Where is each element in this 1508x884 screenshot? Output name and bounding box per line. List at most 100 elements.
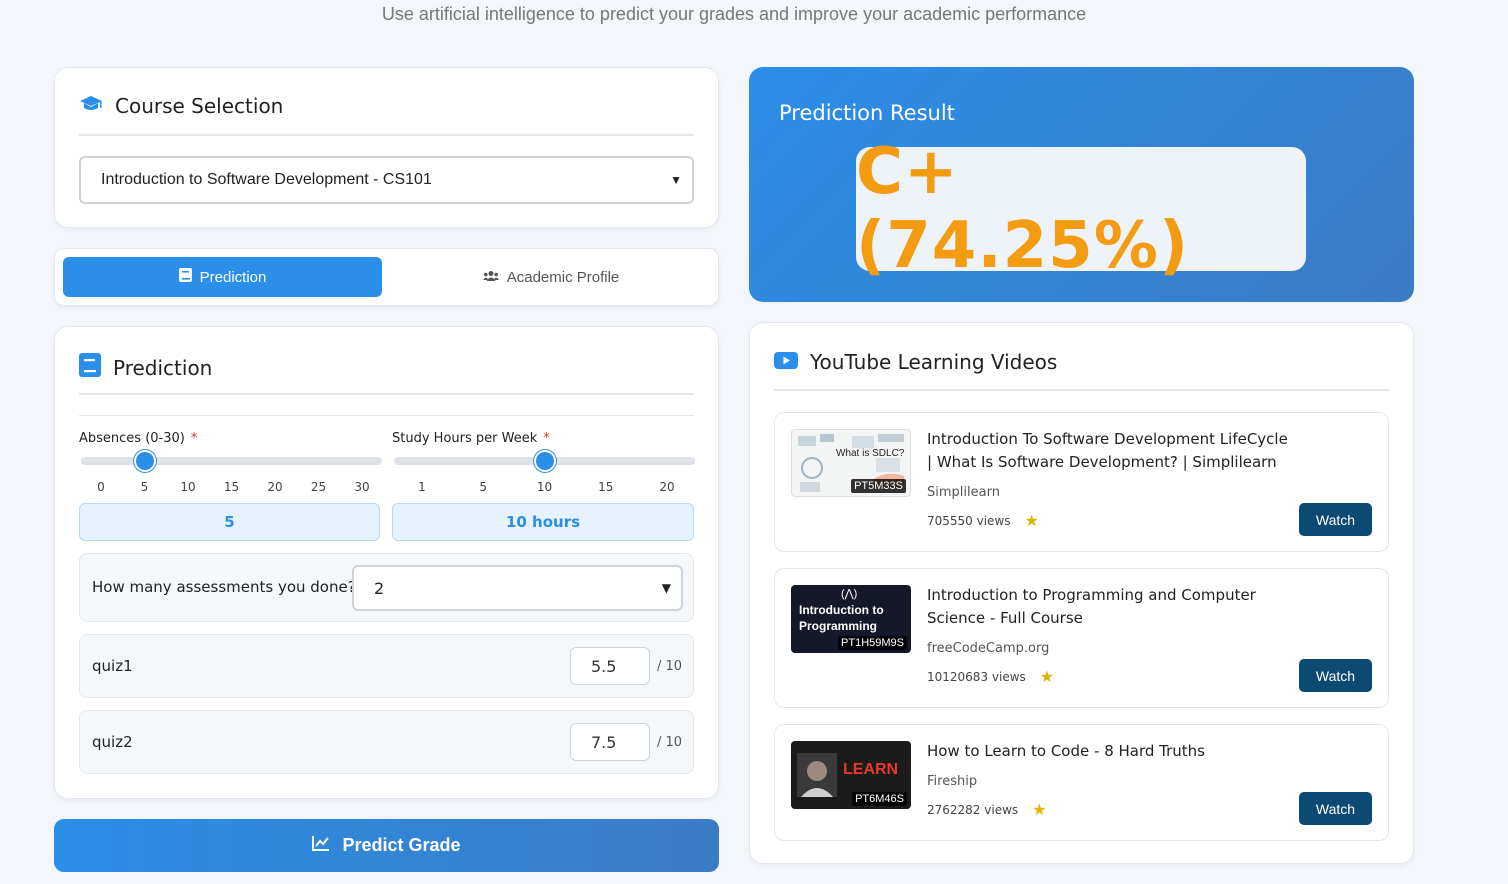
video-stats: 705550 views ★ [927, 511, 1039, 530]
tab-prediction[interactable]: Prediction [63, 257, 382, 297]
absences-tick: 25 [310, 480, 327, 494]
study-hours-value: 10 hours [392, 503, 694, 541]
course-selection-title: Course Selection [115, 94, 284, 118]
graduation-cap-icon [79, 94, 103, 118]
absences-tick: 20 [267, 480, 283, 494]
video-stats: 10120683 views ★ [927, 667, 1054, 686]
quiz1-max: / 10 [657, 659, 683, 674]
quiz-row: quiz2 7.5 / 10 [79, 710, 694, 774]
video-item: What is SDLC? PT5M33S Introduction To So… [774, 412, 1389, 552]
study-hours-slider[interactable] [394, 450, 695, 472]
predicted-grade: C+ (74.25%) [856, 135, 1190, 283]
grade-display: C+ (74.25%) [856, 135, 1306, 283]
star-icon[interactable]: ★ [1025, 511, 1039, 530]
video-item: LEARN PT6M46S How to Learn to Code - 8 H… [774, 724, 1389, 841]
youtube-videos-card: YouTube Learning Videos What is SDLC? PT… [749, 322, 1414, 864]
prediction-result-card: Prediction Result C+ (74.25%) [749, 67, 1414, 302]
video-views: 10120683 views [927, 669, 1026, 684]
absences-tick: 0 [97, 480, 105, 494]
video-views: 2762282 views [927, 802, 1019, 817]
users-icon [482, 269, 499, 286]
course-selection-card: Course Selection Introduction to Softwar… [54, 67, 719, 228]
chevron-down-icon: ▼ [661, 581, 671, 595]
predict-grade-button[interactable]: Predict Grade [54, 819, 719, 872]
course-selection-header: Course Selection [79, 94, 283, 118]
study-hours-slider-thumb[interactable] [533, 450, 556, 472]
video-channel: freeCodeCamp.org [927, 641, 1050, 656]
thumbnail-text: Introduction to Programming [799, 603, 884, 633]
absences-tick: 5 [140, 480, 149, 494]
chevron-down-icon: ▼ [670, 173, 682, 187]
study-hours-tick: 5 [479, 480, 488, 494]
video-channel: Simplilearn [927, 485, 1000, 500]
course-select[interactable]: Introduction to Software Development - C… [79, 156, 694, 204]
assessments-row: How many assessments you done? 2 ▼ [79, 553, 694, 622]
video-title[interactable]: How to Learn to Code - 8 Hard Truths [927, 740, 1297, 763]
predict-grade-label: Predict Grade [342, 835, 461, 855]
video-title[interactable]: Introduction to Programming and Computer… [927, 584, 1297, 630]
absences-tick: 15 [223, 480, 240, 494]
absences-tick: 10 [180, 480, 196, 494]
quiz-row: quiz1 5.5 / 10 [79, 634, 694, 698]
watch-button[interactable]: Watch [1299, 659, 1372, 692]
video-thumbnail[interactable]: What is SDLC? PT5M33S [791, 429, 911, 497]
quiz2-max: / 10 [657, 735, 683, 750]
required-mark: * [543, 431, 550, 446]
assessments-label: How many assessments you done? [92, 578, 356, 596]
video-thumbnail[interactable]: (⋀) Introduction to Programming PT1H59M9… [791, 585, 911, 653]
absences-value: 5 [79, 503, 380, 541]
tab-prediction-label: Prediction [199, 268, 267, 286]
prediction-form-card: Prediction Absences (0-30) * 0 5 10 15 20 25 30… [54, 326, 719, 799]
course-select-value: Introduction to Software Development - C… [101, 171, 432, 188]
study-hours-label: Study Hours per Week * [392, 431, 550, 446]
prediction-result-title: Prediction Result [779, 101, 955, 125]
quiz2-score-input[interactable]: 7.5 [570, 723, 650, 761]
watch-button[interactable]: Watch [1299, 792, 1372, 825]
book-icon [178, 268, 192, 286]
watch-button[interactable]: Watch [1299, 503, 1372, 536]
study-hours-tick: 20 [659, 480, 675, 494]
star-icon[interactable]: ★ [1040, 667, 1054, 686]
star-icon[interactable]: ★ [1032, 800, 1046, 819]
quiz-name: quiz2 [92, 733, 133, 751]
tab-academic-profile-label: Academic Profile [506, 268, 620, 286]
study-hours-tick: 1 [418, 480, 426, 494]
absences-label: Absences (0-30) * [79, 431, 197, 446]
prediction-title: Prediction [113, 355, 213, 380]
page-subtitle: Use artificial intelligence to predict y… [381, 4, 1087, 24]
video-thumbnail[interactable]: LEARN PT6M46S [791, 741, 911, 809]
prediction-header: Prediction [79, 353, 212, 382]
video-duration: PT6M46S [852, 792, 907, 806]
divider [774, 389, 1389, 391]
video-stats: 2762282 views ★ [927, 800, 1047, 819]
study-hours-tick: 10 [536, 480, 553, 494]
absences-label-text: Absences (0-30) [79, 431, 185, 446]
absences-slider[interactable] [81, 450, 382, 472]
youtube-icon [774, 350, 798, 374]
book-icon [79, 353, 101, 382]
video-item: (⋀) Introduction to Programming PT1H59M9… [774, 568, 1389, 708]
study-hours-label-text: Study Hours per Week [392, 431, 538, 446]
video-views: 705550 views [927, 513, 1011, 528]
videos-header: YouTube Learning Videos [774, 350, 1057, 374]
study-hours-tick: 15 [598, 480, 614, 494]
tab-bar: Prediction Academic Profile [54, 248, 719, 306]
chart-line-icon [312, 835, 330, 856]
videos-title: YouTube Learning Videos [810, 350, 1058, 374]
video-duration: PT5M33S [851, 479, 906, 493]
absences-slider-thumb[interactable] [133, 450, 156, 472]
quiz1-score-input[interactable]: 5.5 [570, 647, 650, 685]
video-channel: Fireship [927, 774, 978, 789]
tab-academic-profile[interactable]: Academic Profile [391, 257, 711, 297]
divider [79, 134, 694, 136]
quiz-name: quiz1 [92, 657, 133, 675]
thumbnail-text: LEARN [843, 761, 899, 778]
required-mark: * [190, 431, 198, 446]
absences-tick: 30 [354, 480, 370, 494]
video-title[interactable]: Introduction To Software Development Lif… [927, 428, 1297, 474]
divider [79, 393, 694, 395]
assessments-select-value: 2 [374, 578, 385, 598]
thumbnail-text: What is SDLC? [836, 448, 905, 459]
assessments-select[interactable]: 2 ▼ [352, 565, 683, 611]
divider [79, 415, 694, 416]
